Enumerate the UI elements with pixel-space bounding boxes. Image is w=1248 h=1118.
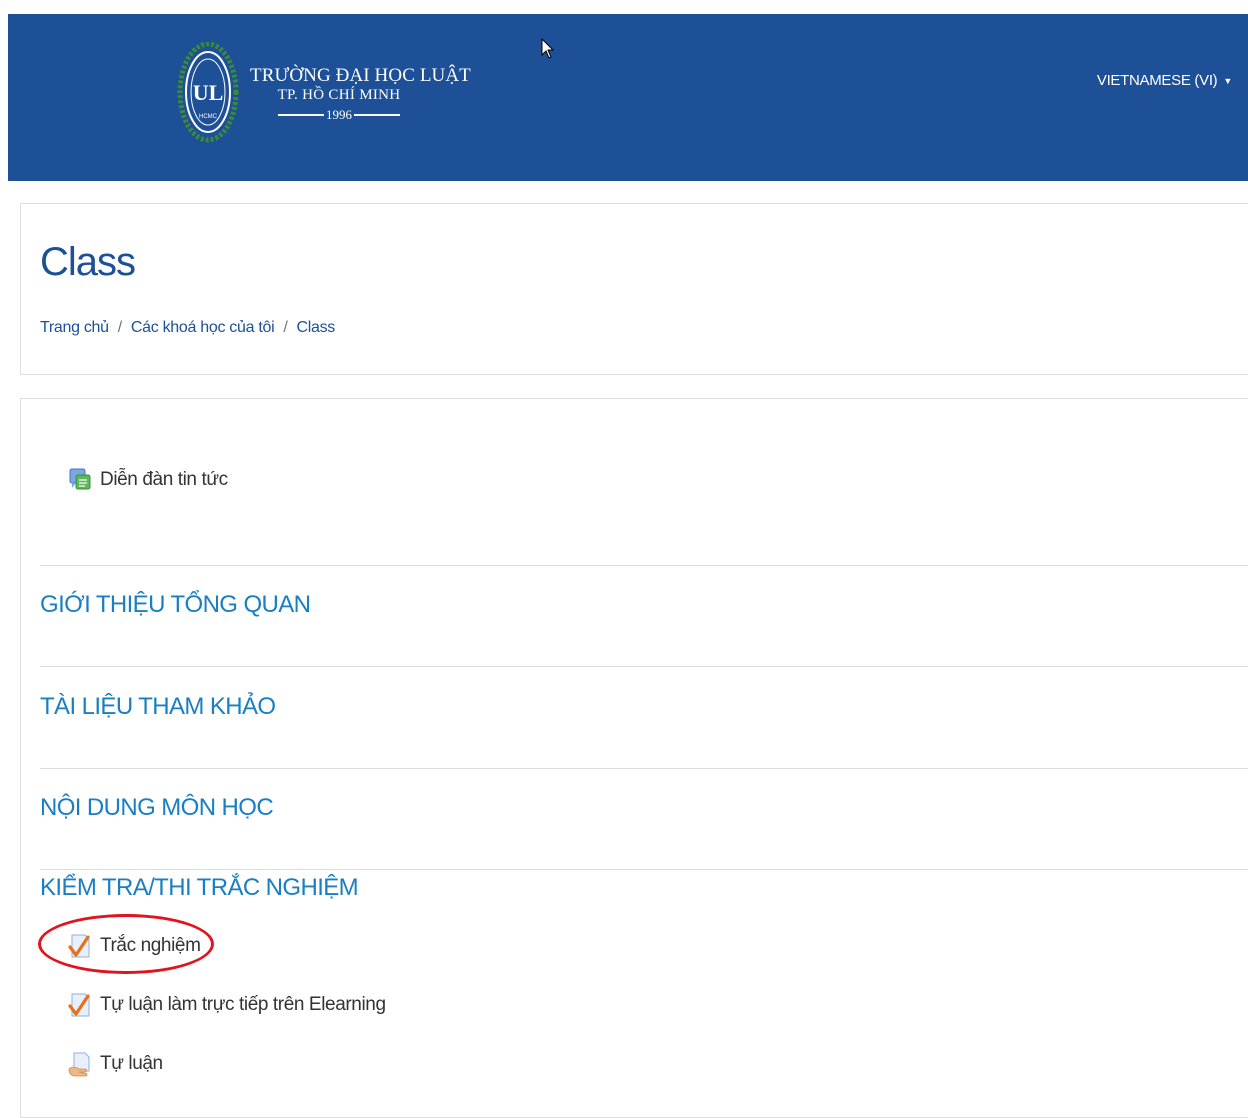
logo-university-name: TRƯỜNG ĐẠI HỌC LUẬT: [250, 65, 471, 86]
section-title-references[interactable]: TÀI LIỆU THAM KHẢO: [40, 693, 276, 721]
breadcrumb-my-courses[interactable]: Các khoá học của tôi: [131, 319, 275, 337]
section-divider: [40, 869, 1248, 870]
logo-text: TRƯỜNG ĐẠI HỌC LUẬT TP. HỒ CHÍ MINH 1996: [250, 65, 471, 123]
quiz-icon: [68, 934, 90, 958]
activity-label: Trắc nghiệm: [100, 935, 201, 956]
activity-label: Diễn đàn tin tức: [100, 469, 228, 490]
logo-divider: [278, 114, 324, 116]
language-menu-label: VIETNAMESE (VI): [1096, 72, 1218, 89]
emblem-caption: HCMC: [199, 114, 218, 120]
activity-quiz[interactable]: Trắc nghiệm: [68, 933, 201, 959]
page-title: Class: [40, 240, 136, 284]
language-menu[interactable]: VIETNAMESE (VI) ▼: [1097, 72, 1232, 89]
quiz-icon: [68, 993, 90, 1017]
course-content: Diễn đàn tin tức GIỚI THIỆU TỔNG QUAN TÀ…: [20, 398, 1248, 1118]
section-title-content[interactable]: NỘI DUNG MÔN HỌC: [40, 794, 274, 822]
site-header: UL HCMC TRƯỜNG ĐẠI HỌC LUẬT TP. HỒ CHÍ M…: [8, 14, 1248, 181]
section-title-overview[interactable]: GIỚI THIỆU TỔNG QUAN: [40, 591, 311, 619]
section-divider: [40, 565, 1248, 566]
breadcrumb-current-course[interactable]: Class: [297, 319, 336, 337]
page-header: Class Trang chủ / Các khoá học của tôi /…: [20, 203, 1248, 375]
activity-label: Tự luận làm trực tiếp trên Elearning: [100, 994, 386, 1015]
section-title-exams[interactable]: KIỂM TRA/THI TRẮC NGHIỆM: [40, 874, 359, 902]
mouse-cursor-icon: [541, 38, 555, 59]
university-emblem-icon: UL HCMC: [177, 42, 239, 143]
activity-online-essay[interactable]: Tự luận làm trực tiếp trên Elearning: [68, 992, 386, 1018]
breadcrumb-home[interactable]: Trang chủ: [40, 319, 109, 337]
site-logo[interactable]: UL HCMC TRƯỜNG ĐẠI HỌC LUẬT TP. HỒ CHÍ M…: [176, 42, 471, 146]
logo-year: 1996: [326, 107, 352, 122]
breadcrumb-separator: /: [283, 319, 288, 336]
section-divider: [40, 666, 1248, 667]
breadcrumb: Trang chủ / Các khoá học của tôi / Class: [40, 319, 335, 337]
logo-city: TP. HỒ CHÍ MINH: [277, 87, 401, 103]
emblem-letters: UL: [193, 80, 224, 105]
logo-divider: [354, 114, 400, 116]
caret-down-icon: ▼: [1223, 75, 1232, 86]
section-divider: [40, 768, 1248, 769]
activity-essay-assignment[interactable]: Tự luận: [68, 1051, 163, 1077]
assignment-icon: [68, 1052, 90, 1077]
logo-year-row: 1996: [250, 107, 428, 123]
activity-news-forum[interactable]: Diễn đàn tin tức: [68, 467, 228, 493]
breadcrumb-separator: /: [117, 319, 122, 336]
forum-icon: [69, 468, 91, 490]
activity-label: Tự luận: [100, 1053, 163, 1074]
